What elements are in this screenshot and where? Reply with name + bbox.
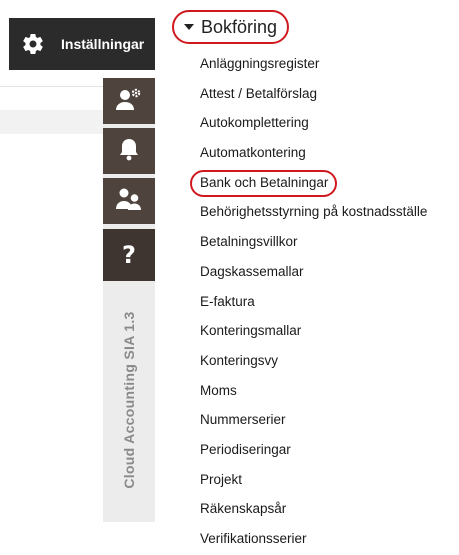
menu-item-behorighetsstyrning[interactable]: Behörighetsstyrning på kostnadsställe <box>200 201 427 231</box>
menu-item-attest-betalforslag[interactable]: Attest / Betalförslag <box>200 83 427 113</box>
settings-label: Inställningar <box>61 36 145 52</box>
bell-icon <box>118 137 140 166</box>
menu-item-moms[interactable]: Moms <box>200 380 427 410</box>
settings-button[interactable]: Inställningar <box>9 18 155 70</box>
gear-icon <box>20 31 46 57</box>
menu-item-dagskassemallar[interactable]: Dagskassemallar <box>200 261 427 291</box>
help-button[interactable]: ? <box>103 229 155 281</box>
menu-item-konteringsvy[interactable]: Konteringsvy <box>200 350 427 380</box>
menu-item-konteringsmallar[interactable]: Konteringsmallar <box>200 320 427 350</box>
user-settings-icon <box>115 87 143 116</box>
section-header-bokforing[interactable]: Bokföring <box>172 10 289 44</box>
menu-item-rakenskapsar[interactable]: Räkenskapsår <box>200 498 427 528</box>
section-title: Bokföring <box>201 16 278 37</box>
menu-item-automatkontering[interactable]: Automatkontering <box>200 142 427 172</box>
menu-item-betalningsvillkor[interactable]: Betalningsvillkor <box>200 231 427 261</box>
notifications-button[interactable] <box>103 128 155 174</box>
menu-item-bank-och-betalningar[interactable]: Bank och Betalningar <box>200 172 427 202</box>
menu-item-verifikationsserier[interactable]: Verifikationsserier <box>200 528 427 555</box>
caret-down-icon <box>184 24 194 30</box>
version-label: Cloud Accounting SIA 1.3 <box>121 311 137 489</box>
settings-menu: Anläggningsregister Attest / Betalförsla… <box>200 53 427 555</box>
users-button[interactable] <box>103 178 155 224</box>
users-icon <box>115 187 143 216</box>
menu-item-nummerserier[interactable]: Nummerserier <box>200 409 427 439</box>
menu-item-periodiseringar[interactable]: Periodiseringar <box>200 439 427 469</box>
menu-item-projekt[interactable]: Projekt <box>200 469 427 499</box>
menu-item-e-faktura[interactable]: E-faktura <box>200 291 427 321</box>
help-icon: ? <box>122 241 136 269</box>
menu-item-anlaggningsregister[interactable]: Anläggningsregister <box>200 53 427 83</box>
menu-item-autokomplettering[interactable]: Autokomplettering <box>200 112 427 142</box>
user-settings-button[interactable] <box>103 78 155 124</box>
